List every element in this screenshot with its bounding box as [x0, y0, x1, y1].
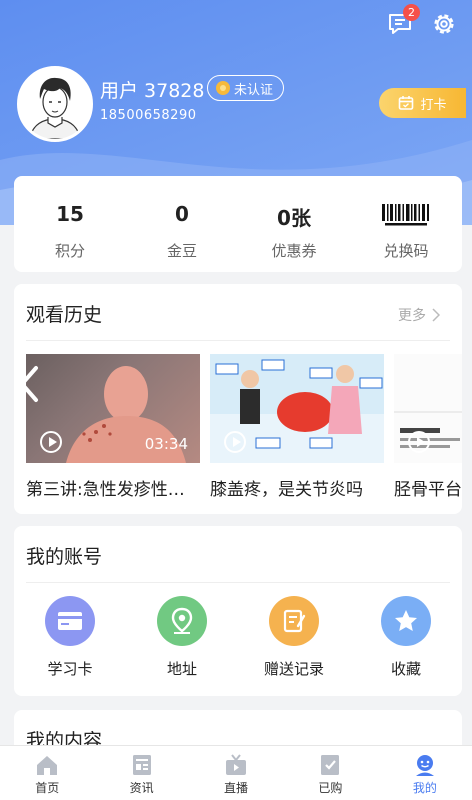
- account-item-label: 收藏: [390, 660, 421, 678]
- stat-label: 积分: [54, 242, 85, 260]
- message-badge: 2: [403, 4, 420, 21]
- section-title: 观看历史: [26, 304, 103, 326]
- play-icon: [40, 431, 62, 453]
- verify-label: 未认证: [234, 82, 274, 98]
- avatar[interactable]: [17, 66, 93, 142]
- account-item-favorites[interactable]: 收藏: [350, 596, 462, 679]
- location-icon: [157, 596, 207, 646]
- stat-coupons[interactable]: 0张 优惠券: [238, 176, 350, 272]
- card-icon: [45, 596, 95, 646]
- watch-history-card: 观看历史 更多 03:34 第三讲:急性发疹性疾病 膝盖疼，是关节炎吗 胫骨平台: [14, 284, 462, 514]
- note-icon: [269, 596, 319, 646]
- play-icon: [224, 431, 246, 453]
- my-account-card: 我的账号 学习卡 地址 赠送记录 收藏: [14, 526, 462, 696]
- barcode-icon: [381, 202, 431, 228]
- section-title: 我的账号: [26, 546, 103, 568]
- news-icon: [132, 755, 151, 775]
- phone-number: 18500658290: [100, 108, 197, 123]
- stat-label: 优惠券: [271, 242, 317, 260]
- account-item-gift-records[interactable]: 赠送记录: [238, 596, 350, 679]
- profile-icon: [415, 755, 434, 776]
- stat-redeem-code[interactable]: 兑换码: [350, 176, 462, 272]
- video-thumbnail: [394, 354, 462, 463]
- account-item-address[interactable]: 地址: [126, 596, 238, 679]
- tab-label: 已购: [318, 781, 343, 795]
- history-item[interactable]: 胫骨平台骨折: [394, 354, 462, 500]
- tab-profile[interactable]: 我的: [378, 746, 472, 800]
- history-item[interactable]: 膝盖疼，是关节炎吗: [210, 354, 384, 500]
- stat-gold-beans[interactable]: 0 金豆: [126, 176, 238, 272]
- scroll-left-arrow-icon[interactable]: [14, 364, 44, 404]
- star-icon: [381, 596, 431, 646]
- stat-label: 金豆: [166, 242, 197, 260]
- video-thumbnail: [210, 354, 384, 463]
- tab-home[interactable]: 首页: [0, 746, 94, 800]
- tab-label: 直播: [224, 781, 249, 795]
- tab-label: 资讯: [129, 781, 154, 795]
- divider: [26, 340, 450, 341]
- bottom-tab-bar: 首页 资讯 直播 已购 我的: [0, 745, 472, 800]
- stat-points[interactable]: 15 积分: [14, 176, 126, 272]
- tab-live[interactable]: 直播: [189, 746, 283, 800]
- video-title: 膝盖疼，是关节炎吗: [210, 480, 363, 500]
- tab-label: 我的: [412, 781, 437, 795]
- medal-icon: [216, 81, 230, 95]
- tab-label: 首页: [35, 781, 60, 795]
- settings-gear-icon[interactable]: [430, 10, 458, 38]
- purchased-icon: [321, 755, 340, 775]
- message-icon[interactable]: 2: [386, 4, 420, 38]
- account-item-label: 地址: [166, 660, 197, 678]
- account-item-study-card[interactable]: 学习卡: [14, 596, 126, 679]
- divider: [26, 582, 450, 583]
- tab-news[interactable]: 资讯: [94, 746, 188, 800]
- video-duration: 03:34: [144, 435, 188, 453]
- account-item-label: 学习卡: [47, 660, 93, 678]
- history-item[interactable]: 03:34 第三讲:急性发疹性疾病: [26, 354, 200, 500]
- username: 用户 37828: [100, 80, 205, 102]
- account-item-label: 赠送记录: [263, 660, 324, 678]
- stat-label: 兑换码: [383, 242, 429, 260]
- tab-purchased[interactable]: 已购: [283, 746, 377, 800]
- home-icon: [37, 756, 58, 775]
- more-label: 更多: [398, 308, 426, 324]
- chevron-right-icon: [432, 308, 440, 322]
- stat-value: 15: [56, 202, 84, 226]
- more-link[interactable]: 更多: [398, 305, 440, 325]
- stats-card: 15 积分 0 金豆 0张 优惠券 兑换码: [14, 176, 462, 272]
- video-title: 胫骨平台骨折: [394, 480, 462, 500]
- checkin-button[interactable]: 打卡: [379, 88, 466, 118]
- checkin-label: 打卡: [420, 97, 447, 113]
- live-icon: [226, 754, 247, 775]
- stat-value: 0: [175, 202, 189, 226]
- video-thumbnail: 03:34: [26, 354, 200, 463]
- play-icon: [408, 431, 430, 453]
- stat-value: 0张: [277, 206, 311, 230]
- calendar-icon: [399, 96, 414, 110]
- video-title: 第三讲:急性发疹性疾病: [26, 480, 200, 500]
- verify-status-button[interactable]: 未认证: [207, 75, 285, 101]
